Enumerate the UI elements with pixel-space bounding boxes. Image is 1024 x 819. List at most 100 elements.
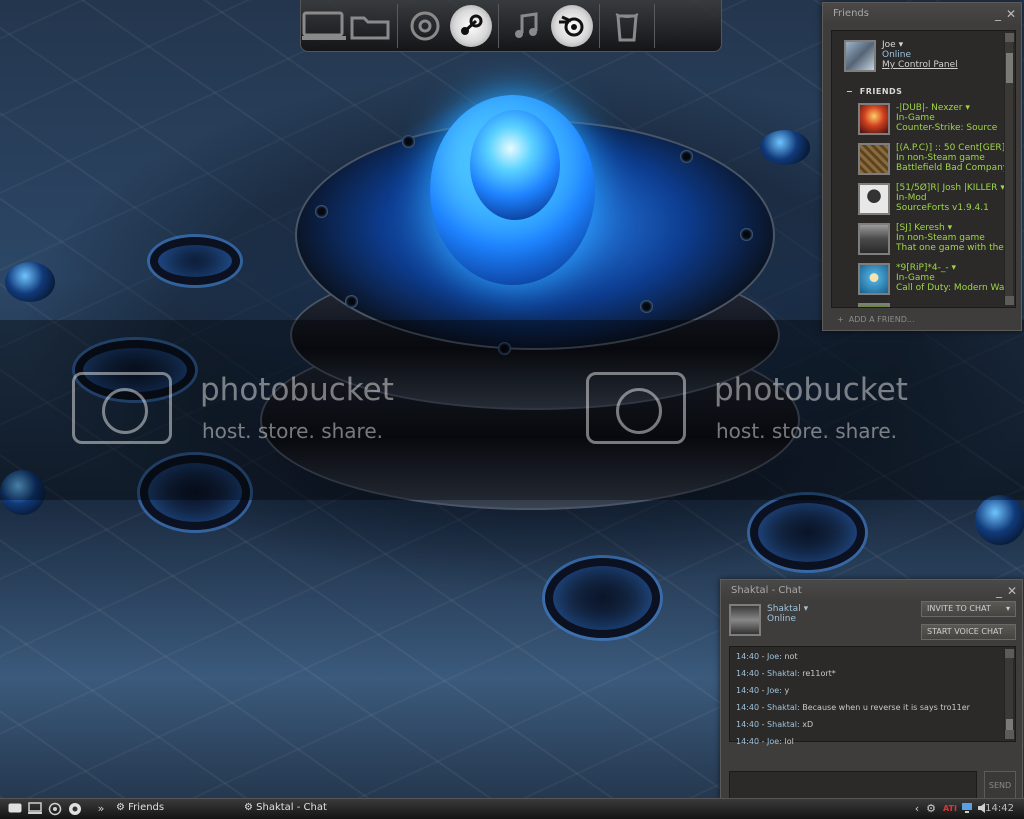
friend-item[interactable]: [51/5Ø]R| Josh |KILLER ▾ In-Mod SourceFo…: [858, 183, 1015, 221]
scroll-up-arrow[interactable]: [1005, 33, 1014, 42]
folder-icon[interactable]: [347, 4, 393, 48]
friend-name-text: -|DUB|- Nexzer: [896, 103, 963, 113]
steam-icon: ⚙: [244, 802, 253, 813]
friends-scrollbar[interactable]: [1004, 33, 1014, 305]
chat-message: 14:40 - Joe: not: [736, 652, 798, 661]
message-text: y: [784, 686, 790, 695]
chevron-down-icon[interactable]: ▾: [965, 103, 970, 113]
wallpaper-orb: [5, 262, 55, 302]
friends-title: Friends: [833, 8, 869, 19]
invite-to-chat-button[interactable]: INVITE TO CHAT ▾: [921, 601, 1016, 617]
collapse-icon[interactable]: −: [846, 87, 853, 96]
friend-game: That one game with the thing: [896, 243, 1011, 253]
scroll-down-arrow[interactable]: [1005, 296, 1014, 305]
close-button[interactable]: ✕: [1006, 3, 1016, 25]
scroll-thumb[interactable]: [1006, 53, 1013, 83]
chevron-down-icon[interactable]: ▾: [804, 604, 809, 614]
friend-item[interactable]: *9[RiP]*4-_- ▾ In-Game Call of Duty: Mod…: [858, 263, 1015, 301]
my-profile[interactable]: Joe ▾ Online My Control Panel: [844, 40, 1004, 80]
friend-name-text: [(A.P.C)] :: 50 Cent[GER]: [896, 143, 1006, 153]
friend-item-partial[interactable]: [858, 303, 1015, 307]
my-name-text: Joe: [882, 40, 896, 50]
chevron-down-icon[interactable]: ▾: [948, 223, 953, 233]
chat-titlebar[interactable]: Shaktal - Chat _ ✕: [721, 580, 1022, 602]
camera-icon: [586, 372, 686, 444]
wallpaper-ring: [150, 237, 240, 285]
chat-input[interactable]: [729, 771, 977, 799]
chevron-right-icon[interactable]: »: [94, 802, 108, 816]
contact-name: Shaktal ▾: [767, 604, 808, 614]
message-time: 14:40: [736, 737, 760, 746]
message-text: Because when u reverse it is says tro11e…: [802, 703, 970, 712]
task-label: Friends: [128, 802, 165, 813]
chat-scrollbar[interactable]: [1004, 649, 1014, 739]
avatar: [858, 103, 890, 135]
music-icon[interactable]: [503, 4, 549, 48]
message-time: 14:40: [736, 703, 760, 712]
avatar[interactable]: [844, 40, 876, 72]
chat-message: 14:40 - Shaktal: re11ort*: [736, 669, 836, 678]
chevron-down-icon[interactable]: ▾: [899, 40, 904, 50]
dock-separator: [498, 3, 499, 48]
message-sender: Joe: [767, 652, 780, 661]
scroll-down-arrow[interactable]: [1005, 730, 1014, 739]
add-friend-button[interactable]: + ADD A FRIEND...: [837, 315, 915, 324]
avatar[interactable]: [729, 604, 761, 636]
message-time: 14:40: [736, 720, 760, 729]
minimize-button[interactable]: _: [996, 580, 1002, 602]
my-status: Online: [882, 50, 912, 60]
watermark-tagline: host. store. share.: [202, 419, 383, 443]
trash-icon[interactable]: [604, 4, 650, 48]
steam-tray-icon[interactable]: ⚙: [924, 802, 938, 816]
taskbar-task-friends[interactable]: ⚙ Friends: [116, 802, 164, 813]
friend-name: [SJ] Keresh ▾: [896, 223, 952, 233]
friend-status: In-Game: [896, 113, 935, 123]
message-time: 14:40: [736, 686, 760, 695]
start-voice-chat-button[interactable]: START VOICE CHAT: [921, 624, 1016, 640]
chrome-icon[interactable]: [48, 802, 62, 816]
friends-section-label: FRIENDS: [859, 87, 903, 96]
top-dock: [300, 0, 722, 52]
friend-name: *9[RiP]*4-_- ▾: [896, 263, 956, 273]
wallpaper-orb: [760, 130, 810, 165]
tray-expand-icon[interactable]: ‹: [910, 802, 924, 816]
friend-status: In-Mod: [896, 193, 927, 203]
taskbar-clock[interactable]: 14:42: [985, 803, 1014, 814]
friend-status: In non-Steam game: [896, 153, 985, 163]
chat-title: Shaktal - Chat: [731, 585, 802, 596]
message-sender: Shaktal: [767, 703, 797, 712]
show-desktop-icon[interactable]: [8, 802, 22, 816]
minimize-button[interactable]: _: [995, 3, 1001, 25]
add-friend-label: ADD A FRIEND...: [848, 315, 915, 324]
network-tray-icon[interactable]: [960, 802, 974, 816]
control-panel-link[interactable]: My Control Panel: [882, 60, 958, 70]
chat-log: 14:40 - Joe: not 14:40 - Shaktal: re11or…: [729, 646, 1016, 746]
friend-item[interactable]: -|DUB|- Nexzer ▾ In-Game Counter-Strike:…: [858, 103, 1015, 141]
friends-list: Joe ▾ Online My Control Panel − FRIENDS …: [831, 30, 1016, 308]
chevron-down-icon[interactable]: ▾: [952, 263, 957, 273]
ati-tray-icon[interactable]: ATI: [938, 802, 962, 816]
watermark-brand: photobucket: [714, 372, 908, 408]
my-name[interactable]: Joe ▾: [882, 40, 903, 50]
chat-contact[interactable]: Shaktal ▾ Online: [729, 604, 909, 640]
steam-icon: ⚙: [116, 802, 125, 813]
taskbar-task-chat[interactable]: ⚙ Shaktal - Chat: [244, 802, 327, 813]
avatar: [858, 223, 890, 255]
friends-section-header[interactable]: − FRIENDS: [846, 87, 902, 96]
friends-titlebar[interactable]: Friends _ ✕: [823, 3, 1021, 25]
dock-separator: [654, 3, 655, 48]
computer-icon[interactable]: [28, 802, 42, 816]
rivet: [315, 205, 328, 218]
close-button[interactable]: ✕: [1007, 580, 1017, 602]
blender-icon[interactable]: [68, 802, 82, 816]
friend-item[interactable]: [SJ] Keresh ▾ In non-Steam game That one…: [858, 223, 1015, 261]
chrome-icon[interactable]: [402, 4, 448, 48]
steam-icon[interactable]: [450, 4, 492, 47]
scroll-up-arrow[interactable]: [1005, 649, 1014, 658]
friend-status: In-Game: [896, 273, 935, 283]
computer-icon[interactable]: [301, 4, 347, 48]
friend-name-text: [SJ] Keresh: [896, 223, 945, 233]
friend-item[interactable]: [(A.P.C)] :: 50 Cent[GER] ▾ In non-Steam…: [858, 143, 1015, 181]
send-button[interactable]: SEND: [984, 771, 1016, 799]
blender-icon[interactable]: [551, 4, 593, 47]
